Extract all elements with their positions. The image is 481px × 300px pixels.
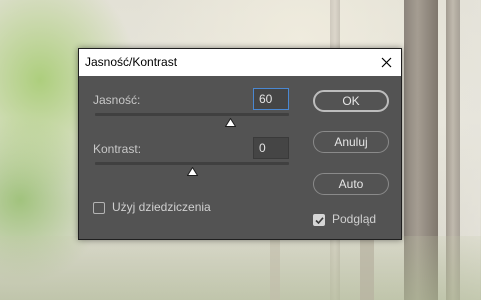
use-legacy-label: Użyj dziedziczenia xyxy=(112,200,211,214)
brightness-slider-track[interactable] xyxy=(95,113,289,116)
contrast-slider-thumb[interactable] xyxy=(186,167,198,176)
cancel-button[interactable]: Anuluj xyxy=(313,131,389,153)
preview-label: Podgląd xyxy=(332,212,377,226)
forest-floor xyxy=(0,236,481,300)
preview-checkbox[interactable] xyxy=(313,214,325,226)
contrast-slider-track[interactable] xyxy=(95,162,289,165)
checkmark-icon xyxy=(314,216,324,224)
brightness-slider-thumb[interactable] xyxy=(225,118,237,127)
brightness-label: Jasność: xyxy=(93,93,141,107)
dialog-title: Jasność/Kontrast xyxy=(85,55,178,69)
brightness-contrast-dialog: Jasność/Kontrast Jasność: 60 Kontrast: 0… xyxy=(78,48,402,240)
dialog-titlebar[interactable]: Jasność/Kontrast xyxy=(79,49,401,76)
tree-trunk xyxy=(270,236,280,300)
contrast-input[interactable]: 0 xyxy=(253,137,289,159)
tree-trunk xyxy=(360,236,374,300)
triangle-thumb-icon xyxy=(225,118,237,127)
ok-button[interactable]: OK xyxy=(313,90,389,112)
triangle-thumb-icon xyxy=(186,167,198,176)
auto-button[interactable]: Auto xyxy=(313,173,389,195)
close-icon xyxy=(381,57,391,68)
contrast-label: Kontrast: xyxy=(93,142,142,156)
close-button[interactable] xyxy=(371,49,401,76)
brightness-input[interactable]: 60 xyxy=(253,88,289,110)
use-legacy-checkbox[interactable] xyxy=(93,202,105,214)
